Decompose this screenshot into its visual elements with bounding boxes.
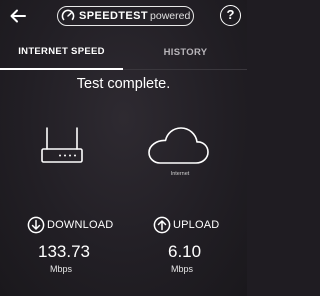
download-unit: Mbps [50,264,73,274]
top-bar: SPEEDTEST powered ? [0,0,247,34]
tab-bar: INTERNET SPEED HISTORY [0,34,247,70]
download-result: DOWNLOAD 133.73 Mbps [27,215,137,274]
download-header: DOWNLOAD [27,215,137,235]
arrow-left-icon[interactable] [9,7,27,25]
status-text: Test complete. [76,76,171,92]
upload-value: 6.10 [168,242,202,261]
internet-label: Internet [170,171,190,177]
brand-suffix: powered [150,10,191,22]
cloud-icon [148,127,209,164]
upload-label: UPLOAD [173,219,220,231]
speed-gauge-icon [61,9,75,23]
upload-header: UPLOAD [153,215,263,235]
help-button[interactable]: ? [220,5,241,26]
tab-history[interactable]: HISTORY [124,34,247,70]
brand-logo: SPEEDTEST powered [57,6,194,26]
download-value: 133.73 [38,242,90,261]
tab-internet-speed[interactable]: INTERNET SPEED [0,34,123,70]
brand-name: SPEEDTEST [79,10,149,22]
speedtest-screen: SPEEDTEST powered ? INTERNET SPEED HISTO… [0,0,247,296]
upload-unit: Mbps [171,264,194,274]
upload-result: UPLOAD 6.10 Mbps [153,215,263,274]
arrow-down-circle-icon [27,216,45,234]
download-label: DOWNLOAD [47,219,114,231]
router-icon [41,127,83,163]
arrow-up-circle-icon [153,216,171,234]
